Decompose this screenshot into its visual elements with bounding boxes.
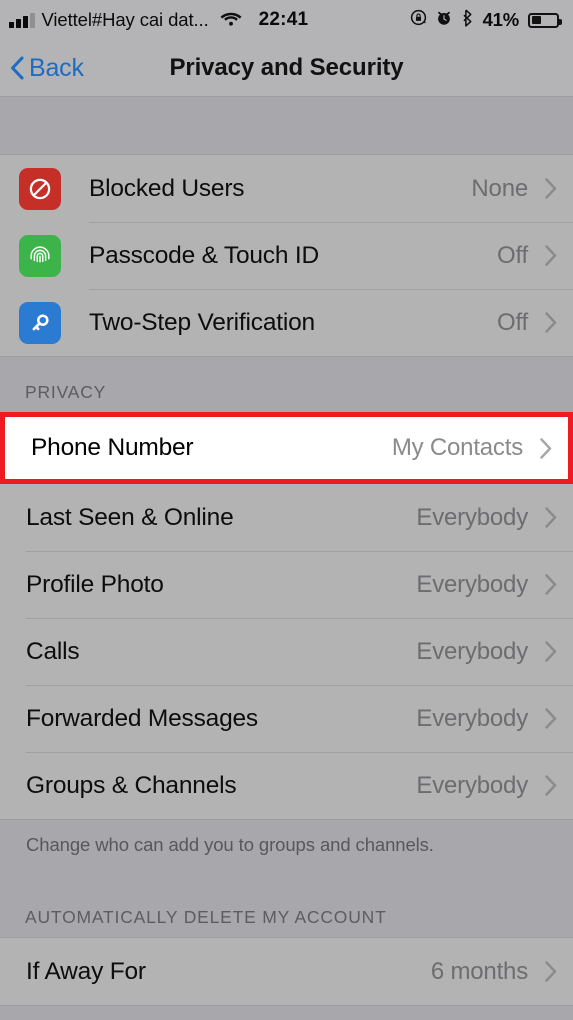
fingerprint-icon (19, 234, 61, 277)
back-label: Back (29, 53, 84, 82)
chevron-right-icon (545, 961, 557, 982)
row-label: Passcode & Touch ID (89, 241, 319, 269)
row-value: My Contacts (391, 434, 523, 461)
row-phone-number[interactable]: Phone Number My Contacts (5, 417, 568, 479)
row-last-seen-online[interactable]: Last Seen & Online Everybody (0, 484, 573, 551)
carrier-name: Viettel#Hay cai dat... (41, 9, 209, 30)
wifi-icon (220, 12, 242, 28)
chevron-right-icon (545, 574, 557, 595)
row-blocked-users[interactable]: Blocked Users None (0, 155, 573, 222)
row-divider (26, 685, 573, 686)
row-value: Everybody (416, 704, 528, 732)
row-label: Blocked Users (89, 174, 245, 202)
row-label: Calls (26, 637, 80, 665)
row-if-away-for[interactable]: If Away For 6 months (0, 938, 573, 1005)
battery-icon (528, 12, 562, 28)
chevron-right-icon (545, 312, 557, 333)
row-value: Off (497, 241, 528, 269)
settings-list: Blocked Users None Passcode & Touch ID O… (0, 97, 573, 1019)
row-label: Last Seen & Online (26, 503, 234, 531)
row-forwarded-messages[interactable]: Forwarded Messages Everybody (0, 685, 573, 752)
highlight-annotation-box: Phone Number My Contacts (0, 412, 573, 484)
row-value: Off (497, 308, 528, 336)
row-divider (89, 222, 573, 223)
row-passcode-touch-id[interactable]: Passcode & Touch ID Off (0, 222, 573, 289)
chevron-left-icon (10, 56, 24, 80)
row-label: Profile Photo (26, 570, 164, 598)
navigation-bar: Back Privacy and Security (0, 40, 573, 97)
row-profile-photo[interactable]: Profile Photo Everybody (0, 551, 573, 618)
auto-delete-section: If Away For 6 months (0, 937, 573, 1006)
row-divider (26, 752, 573, 753)
auto-delete-header-wrap: AUTOMATICALLY DELETE MY ACCOUNT (0, 882, 573, 937)
row-label: Two-Step Verification (89, 308, 315, 336)
status-bar-right: 41% (410, 9, 562, 32)
row-calls[interactable]: Calls Everybody (0, 618, 573, 685)
row-value: 6 months (430, 957, 528, 985)
page-title: Privacy and Security (169, 54, 404, 81)
chevron-right-icon (540, 437, 552, 459)
chevron-right-icon (545, 178, 557, 199)
status-bar-time: 22:41 (258, 9, 309, 30)
row-label: Phone Number (31, 434, 194, 461)
row-divider (26, 551, 573, 552)
row-value: Everybody (416, 771, 528, 799)
alarm-clock-icon (436, 10, 452, 31)
row-label: Forwarded Messages (26, 704, 258, 732)
row-label: Groups & Channels (26, 771, 237, 799)
privacy-section-footer: Change who can add you to groups and cha… (0, 820, 573, 882)
phone-screen: Viettel#Hay cai dat... 22:41 41% Back Pr… (0, 0, 573, 1020)
chevron-right-icon (545, 507, 557, 528)
privacy-section-header-wrap: PRIVACY (0, 357, 573, 412)
battery-percent: 41% (482, 9, 520, 30)
back-button[interactable]: Back (0, 54, 84, 83)
chevron-right-icon (545, 775, 557, 796)
row-value: Everybody (416, 503, 528, 531)
rotation-lock-icon (410, 9, 427, 31)
row-groups-channels[interactable]: Groups & Channels Everybody (0, 752, 573, 819)
auto-delete-section-header: AUTOMATICALLY DELETE MY ACCOUNT (25, 907, 387, 927)
row-divider (89, 289, 573, 290)
security-section: Blocked Users None Passcode & Touch ID O… (0, 154, 573, 357)
row-divider (26, 618, 573, 619)
block-icon (19, 167, 61, 210)
status-bar-left: Viettel#Hay cai dat... 22:41 (9, 9, 308, 31)
key-icon (19, 301, 61, 344)
list-top-spacer (0, 97, 573, 154)
row-value: None (471, 174, 528, 202)
row-two-step-verification[interactable]: Two-Step Verification Off (0, 289, 573, 356)
chevron-right-icon (545, 245, 557, 266)
status-bar: Viettel#Hay cai dat... 22:41 41% (0, 0, 573, 40)
chevron-right-icon (545, 641, 557, 662)
chevron-right-icon (545, 708, 557, 729)
signal-bars-icon (9, 12, 35, 28)
row-label: If Away For (26, 957, 146, 985)
privacy-options-section: Last Seen & Online Everybody Profile Pho… (0, 484, 573, 820)
bluetooth-icon (461, 9, 474, 32)
row-value: Everybody (416, 637, 528, 665)
privacy-section-header: PRIVACY (25, 382, 107, 402)
row-value: Everybody (416, 570, 528, 598)
